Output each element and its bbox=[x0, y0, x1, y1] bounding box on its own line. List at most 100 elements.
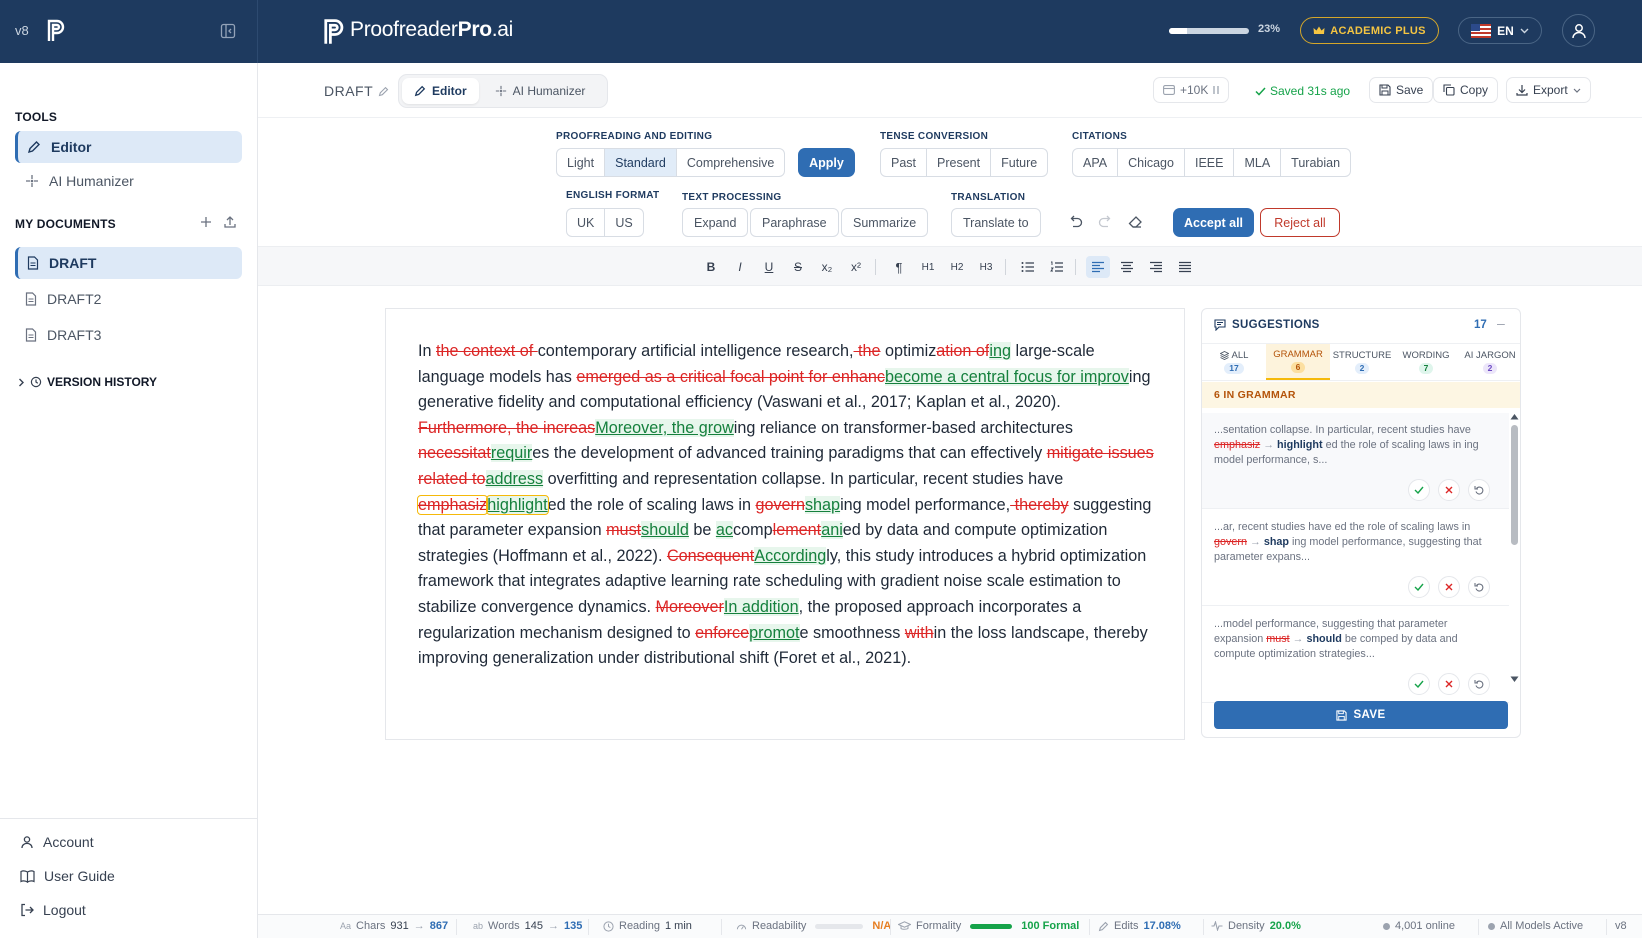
suggestions-scrollbar[interactable] bbox=[1510, 413, 1519, 683]
sidebar-doc-draft[interactable]: DRAFT bbox=[15, 247, 242, 279]
tab-grammar[interactable]: GRAMMAR 6 bbox=[1266, 344, 1330, 380]
reject-all-button[interactable]: Reject all bbox=[1260, 208, 1340, 237]
level-light-button[interactable]: Light bbox=[557, 149, 606, 176]
insertion-mark[interactable]: address bbox=[485, 469, 544, 488]
brand-logo-icon[interactable] bbox=[322, 16, 348, 46]
logout-link[interactable]: Logout bbox=[20, 902, 86, 918]
deletion-mark[interactable]: Consequent bbox=[667, 547, 754, 565]
sidebar-doc-draft2[interactable]: DRAFT2 bbox=[15, 283, 242, 315]
summarize-button[interactable]: Summarize bbox=[841, 208, 929, 237]
strikethrough-button[interactable]: S bbox=[786, 256, 810, 278]
editor-text[interactable]: In the context of contemporary artificia… bbox=[416, 339, 1158, 672]
sidebar-collapse-icon[interactable] bbox=[220, 23, 236, 39]
insertion-mark[interactable]: promot bbox=[749, 623, 800, 642]
citation-apa-button[interactable]: APA bbox=[1073, 149, 1119, 176]
active-insertion-mark[interactable]: highlight bbox=[486, 494, 549, 515]
accept-all-button[interactable]: Accept all bbox=[1173, 208, 1254, 237]
deletion-mark[interactable]: the context of bbox=[436, 342, 538, 360]
insertion-mark[interactable]: In addition bbox=[723, 597, 799, 616]
citation-ieee-button[interactable]: IEEE bbox=[1185, 149, 1235, 176]
sidebar-item-ai-humanizer[interactable]: AI Humanizer bbox=[15, 165, 242, 197]
align-left-icon[interactable] bbox=[1086, 256, 1110, 278]
scrollbar-thumb[interactable] bbox=[1511, 425, 1518, 545]
revert-icon[interactable] bbox=[1468, 576, 1490, 598]
reject-icon[interactable] bbox=[1438, 479, 1460, 501]
paraphrase-button[interactable]: Paraphrase bbox=[750, 208, 839, 237]
tab-ai-humanizer[interactable]: AI Humanizer bbox=[483, 78, 598, 104]
deletion-mark[interactable]: emerged as a critical focal point for en… bbox=[576, 368, 885, 386]
insertion-mark[interactable]: ing bbox=[989, 342, 1012, 360]
credits-badge[interactable]: +10K bbox=[1153, 77, 1230, 103]
insertion-mark[interactable]: requir bbox=[490, 444, 533, 463]
insertion-mark[interactable]: Moreover, the grow bbox=[595, 418, 734, 437]
copy-button[interactable]: Copy bbox=[1433, 77, 1499, 103]
superscript-button[interactable]: x² bbox=[844, 256, 868, 278]
underline-button[interactable]: U bbox=[757, 256, 781, 278]
align-center-icon[interactable] bbox=[1115, 256, 1139, 278]
logo-icon[interactable] bbox=[46, 17, 68, 43]
citation-turabian-button[interactable]: Turabian bbox=[1281, 149, 1350, 176]
insertion-mark[interactable]: ac bbox=[715, 521, 733, 540]
editor-canvas[interactable]: In the context of contemporary artificia… bbox=[385, 308, 1185, 740]
sidebar-item-editor[interactable]: Editor bbox=[15, 131, 242, 163]
tense-past-button[interactable]: Past bbox=[881, 149, 928, 176]
deletion-mark[interactable]: Moreover bbox=[656, 598, 724, 616]
citation-mla-button[interactable]: MLA bbox=[1234, 149, 1282, 176]
insertion-mark[interactable]: According bbox=[754, 546, 827, 565]
deletion-mark[interactable]: thereby bbox=[1010, 496, 1069, 514]
scroll-down-icon[interactable] bbox=[1510, 676, 1519, 683]
scroll-up-icon[interactable] bbox=[1510, 413, 1519, 420]
bold-button[interactable]: B bbox=[699, 256, 723, 278]
italic-button[interactable]: I bbox=[728, 256, 752, 278]
insertion-mark[interactable]: become a central focus for improv bbox=[885, 367, 1129, 386]
subscript-button[interactable]: x₂ bbox=[815, 256, 839, 278]
plan-badge[interactable]: ACADEMIC PLUS bbox=[1300, 17, 1439, 44]
heading1-button[interactable]: H1 bbox=[916, 256, 940, 278]
tab-wording[interactable]: WORDING 7 bbox=[1394, 344, 1458, 380]
reject-icon[interactable] bbox=[1438, 673, 1460, 695]
align-justify-icon[interactable] bbox=[1173, 256, 1197, 278]
insertion-mark[interactable]: ani bbox=[821, 521, 843, 540]
deletion-mark[interactable]: must bbox=[606, 521, 641, 539]
revert-icon[interactable] bbox=[1468, 673, 1490, 695]
active-deletion-mark[interactable]: emphasiz bbox=[416, 494, 489, 515]
deletion-mark[interactable]: Furthermore, the increas bbox=[418, 419, 595, 437]
deletion-mark[interactable]: necessitat bbox=[418, 444, 491, 462]
citation-chicago-button[interactable]: Chicago bbox=[1118, 149, 1185, 176]
eraser-icon[interactable] bbox=[1128, 215, 1143, 228]
english-uk-button[interactable]: UK bbox=[567, 209, 606, 236]
accept-icon[interactable] bbox=[1408, 673, 1430, 695]
sidebar-doc-draft3[interactable]: DRAFT3 bbox=[15, 319, 242, 351]
tab-all[interactable]: ALL 17 bbox=[1202, 344, 1266, 380]
version-history-toggle[interactable]: VERSION HISTORY bbox=[18, 375, 157, 389]
deletion-mark[interactable]: enforce bbox=[695, 624, 749, 642]
export-button[interactable]: Export bbox=[1506, 77, 1591, 103]
language-selector[interactable]: EN bbox=[1458, 17, 1542, 44]
user-guide-link[interactable]: User Guide bbox=[20, 868, 115, 884]
suggestion-card[interactable]: ...model performance, suggesting that pa… bbox=[1202, 607, 1509, 703]
add-document-icon[interactable] bbox=[200, 216, 212, 228]
suggestion-card[interactable]: ...sentation collapse. In particular, re… bbox=[1202, 413, 1509, 509]
english-us-button[interactable]: US bbox=[605, 209, 642, 236]
deletion-mark[interactable]: with bbox=[905, 624, 934, 642]
document-title[interactable]: DRAFT bbox=[324, 83, 389, 99]
tab-editor[interactable]: Editor bbox=[402, 78, 479, 104]
bullet-list-icon[interactable] bbox=[1016, 256, 1040, 278]
level-comprehensive-button[interactable]: Comprehensive bbox=[677, 149, 785, 176]
suggestions-save-button[interactable]: SAVE bbox=[1214, 701, 1508, 729]
tab-ai-jargon[interactable]: AI JARGON 2 bbox=[1458, 344, 1520, 380]
insertion-mark[interactable]: shap bbox=[804, 495, 841, 514]
apply-button[interactable]: Apply bbox=[798, 148, 855, 177]
accept-icon[interactable] bbox=[1408, 576, 1430, 598]
expand-button[interactable]: Expand bbox=[682, 208, 749, 237]
paragraph-button[interactable]: ¶ bbox=[887, 256, 911, 278]
edit-pencil-icon[interactable] bbox=[378, 86, 389, 97]
user-menu-button[interactable] bbox=[1562, 14, 1595, 47]
numbered-list-icon[interactable] bbox=[1045, 256, 1069, 278]
tense-future-button[interactable]: Future bbox=[991, 149, 1047, 176]
accept-icon[interactable] bbox=[1408, 479, 1430, 501]
heading3-button[interactable]: H3 bbox=[974, 256, 998, 278]
deletion-mark[interactable]: govern bbox=[755, 496, 805, 514]
minimize-icon[interactable]: – bbox=[1497, 315, 1505, 331]
undo-icon[interactable] bbox=[1068, 215, 1083, 228]
